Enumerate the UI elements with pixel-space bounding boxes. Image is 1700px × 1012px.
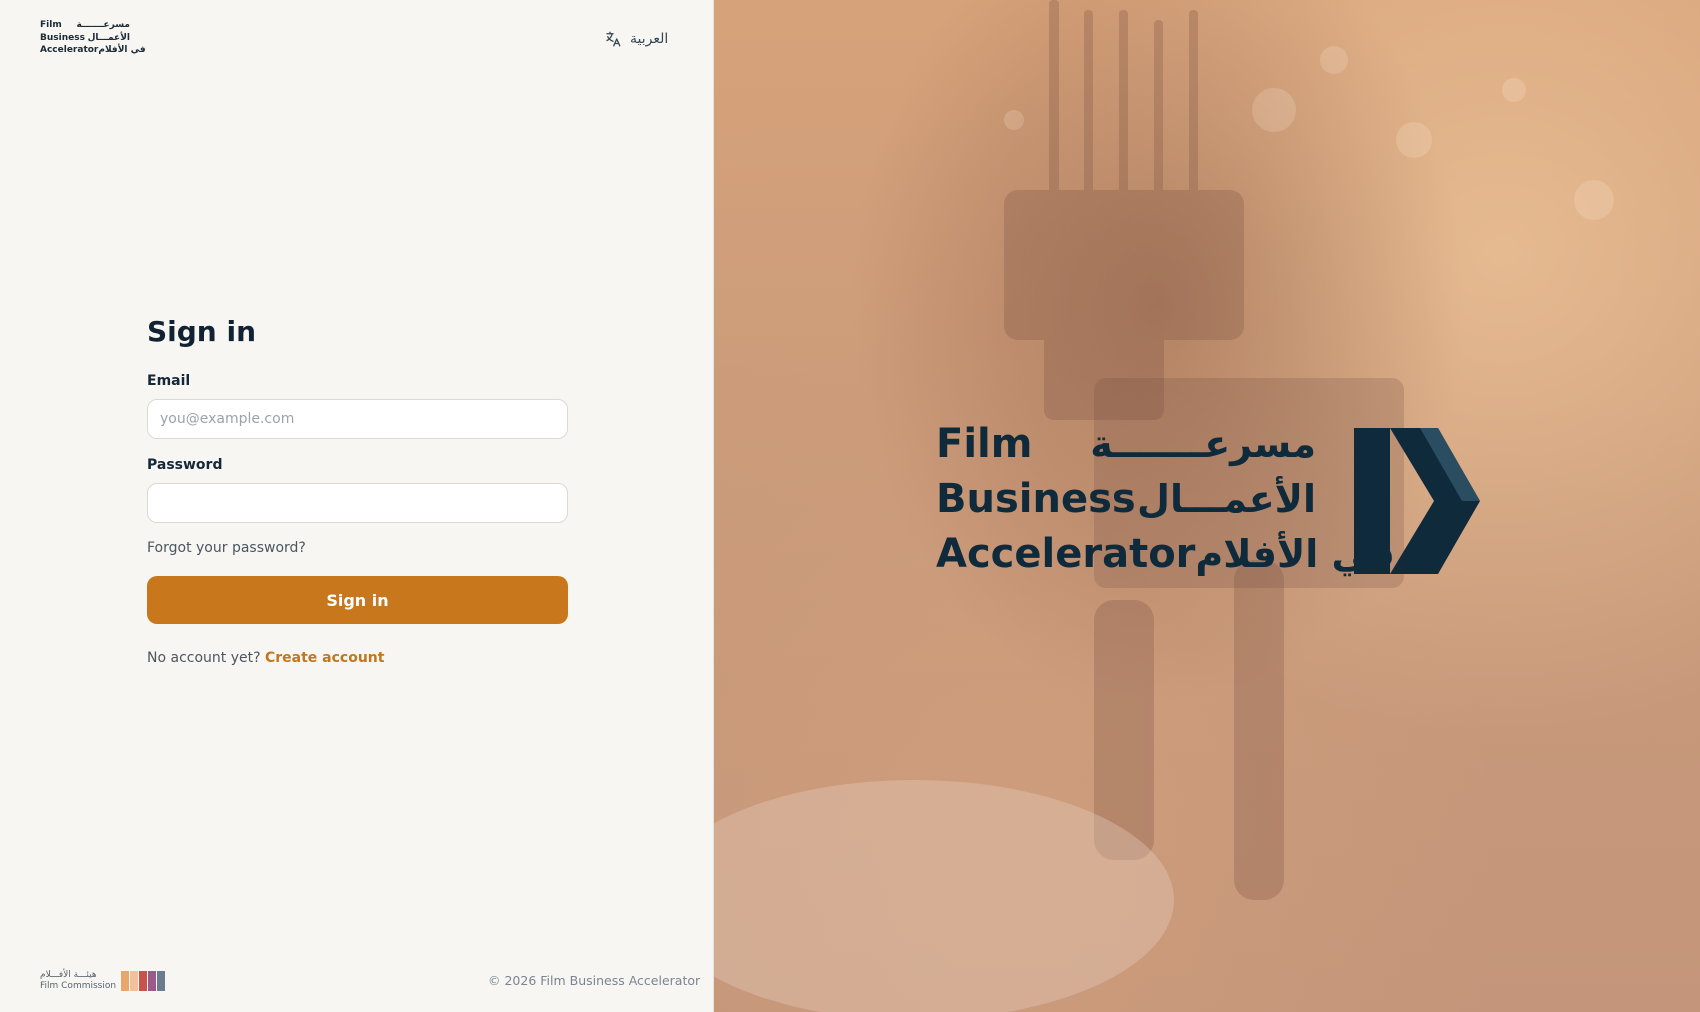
create-account-row: No account yet? Create account <box>147 650 384 666</box>
hero-logo-en-3: Accelerator <box>936 531 1196 577</box>
copyright-text: © 2026 Film Business Accelerator <box>488 973 701 988</box>
hero-logo-en-2: Business <box>936 476 1136 522</box>
hero-logo-row-2: Business الأعمـــال <box>936 473 1316 525</box>
film-commission-logo: هيئـــة الأفـــلام Film Commission <box>40 970 166 992</box>
film-commission-en: Film Commission <box>40 981 117 991</box>
film-strip-cell <box>121 971 130 991</box>
create-account-link[interactable]: Create account <box>265 650 384 666</box>
language-label: العربية <box>630 31 669 47</box>
film-commission-text: هيئـــة الأفـــلام Film Commission <box>40 970 116 992</box>
signin-panel: Film مسرعـــــــة Business الأعمـــال Ac… <box>0 0 714 1012</box>
logo-row-2: Business الأعمـــال <box>40 32 130 45</box>
forgot-password-link[interactable]: Forgot your password? <box>147 540 306 556</box>
email-field[interactable] <box>147 399 568 439</box>
film-strip-cell <box>157 971 166 991</box>
hero-logo-row-1: Film مسرعـــــــة <box>936 418 1316 470</box>
film-strip-cell <box>148 971 157 991</box>
brand-logo[interactable]: Film مسرعـــــــة Business الأعمـــال Ac… <box>40 19 146 57</box>
logo-en-line-2: Business <box>40 32 85 43</box>
film-strip-cell <box>139 971 148 991</box>
film-strip-icon <box>121 971 166 991</box>
hero-logo: Film مسرعـــــــة Business الأعمـــال Ac… <box>936 418 1506 578</box>
logo-row-1: Film مسرعـــــــة <box>40 19 130 32</box>
signin-form: Sign in Email Password Forgot your passw… <box>147 312 568 666</box>
logo-ar-line-3: في الأفلام <box>98 45 146 56</box>
logo-ar-line-2: الأعمـــال <box>87 32 130 43</box>
logo-ar-line-1: مسرعـــــــة <box>76 20 130 31</box>
hero-logo-ar-1: مسرعـــــــة <box>1090 422 1316 466</box>
page-title: Sign in <box>147 315 257 348</box>
no-account-text: No account yet? <box>147 650 261 666</box>
signin-button[interactable]: Sign in <box>147 576 568 624</box>
email-label: Email <box>147 373 191 389</box>
password-label: Password <box>147 457 223 473</box>
film-strip-cell <box>130 971 139 991</box>
hero-logo-en-1: Film <box>936 421 1033 467</box>
translate-icon <box>606 31 621 47</box>
hero-panel: Film مسرعـــــــة Business الأعمـــال Ac… <box>714 0 1700 1012</box>
logo-en-line-1: Film <box>40 20 62 31</box>
logo-row-3: Accelerator في الأفلام <box>40 44 146 57</box>
brand-chevron-icon <box>1354 428 1480 574</box>
hero-logo-ar-2: الأعمـــال <box>1137 477 1316 521</box>
film-commission-ar: هيئـــة الأفـــلام <box>40 970 97 980</box>
hero-logo-row-3: Accelerator في الأفلام <box>936 528 1395 580</box>
language-toggle[interactable]: العربية <box>604 28 668 50</box>
password-field[interactable] <box>147 483 568 523</box>
logo-en-line-3: Accelerator <box>40 45 99 56</box>
